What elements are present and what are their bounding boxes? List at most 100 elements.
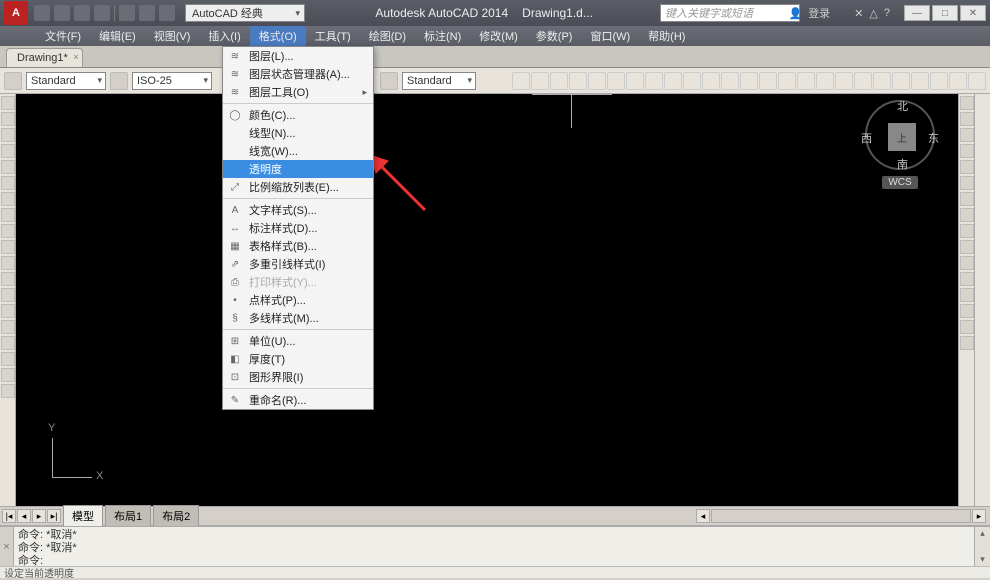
gradient-icon[interactable] — [1, 384, 15, 398]
extend-icon[interactable] — [960, 256, 974, 270]
join-icon[interactable] — [960, 288, 974, 302]
erase-icon[interactable] — [960, 96, 974, 110]
exchange-icon[interactable]: ✕ — [854, 7, 863, 20]
tb-icon[interactable] — [778, 72, 796, 90]
tb-icon[interactable] — [854, 72, 872, 90]
offset-icon[interactable] — [960, 144, 974, 158]
sync-icon[interactable]: △ — [869, 7, 877, 20]
qat-new-icon[interactable] — [34, 5, 50, 21]
tb-icon[interactable] — [626, 72, 644, 90]
workspace-dropdown[interactable]: AutoCAD 经典 — [185, 4, 305, 22]
layout-tab-model[interactable]: 模型 — [63, 505, 103, 527]
mirror-icon[interactable] — [960, 128, 974, 142]
menu-view[interactable]: 视图(V) — [145, 26, 200, 46]
tb-icon[interactable] — [607, 72, 625, 90]
tb-icon[interactable] — [740, 72, 758, 90]
menu-help[interactable]: 帮助(H) — [639, 26, 694, 46]
menu-item[interactable]: ✎重命名(R)... — [223, 391, 373, 409]
menu-insert[interactable]: 插入(I) — [199, 26, 249, 46]
menu-item[interactable]: 线型(N)... — [223, 124, 373, 142]
tb-icon[interactable] — [512, 72, 530, 90]
donut-icon[interactable] — [1, 320, 15, 334]
tb-icon[interactable] — [683, 72, 701, 90]
search-input[interactable]: 键入关键字或短语 — [660, 4, 800, 22]
rectangle-icon[interactable] — [1, 160, 15, 174]
tb-icon[interactable] — [911, 72, 929, 90]
close-icon[interactable]: × — [73, 52, 78, 62]
qat-undo-icon[interactable] — [139, 5, 155, 21]
tb-icon[interactable] — [664, 72, 682, 90]
table-icon[interactable] — [1, 256, 15, 270]
layout-tab-2[interactable]: 布局2 — [153, 505, 199, 527]
point-icon[interactable] — [1, 224, 15, 238]
move-icon[interactable] — [960, 176, 974, 190]
hscroll-left-icon[interactable]: ◂ — [696, 509, 710, 523]
menu-item[interactable]: ≋图层状态管理器(A)... — [223, 65, 373, 83]
login-label[interactable]: 登录 — [808, 5, 830, 21]
region-icon[interactable] — [1, 288, 15, 302]
ellipse-icon[interactable] — [1, 176, 15, 190]
viewcube-west[interactable]: 西 — [861, 130, 872, 146]
nav-last-icon[interactable]: ▸| — [47, 509, 61, 523]
dimstyle-dropdown[interactable]: ISO-25 — [132, 72, 212, 90]
menu-item[interactable]: ⤢比例缩放列表(E)... — [223, 178, 373, 196]
tb-icon[interactable] — [892, 72, 910, 90]
menu-item[interactable]: ⊡图形界限(I) — [223, 368, 373, 386]
scale-icon[interactable] — [960, 208, 974, 222]
menu-item[interactable]: ⊞单位(U)... — [223, 332, 373, 350]
menu-parametric[interactable]: 参数(P) — [527, 26, 582, 46]
nav-next-icon[interactable]: ▸ — [32, 509, 46, 523]
qat-open-icon[interactable] — [54, 5, 70, 21]
menu-file[interactable]: 文件(F) — [36, 26, 90, 46]
rotate-icon[interactable] — [960, 192, 974, 206]
menu-item[interactable]: ≋图层工具(O)▸ — [223, 83, 373, 101]
line-icon[interactable] — [1, 96, 15, 110]
signin-icon[interactable]: 👤 — [788, 7, 802, 20]
qat-save-icon[interactable] — [74, 5, 90, 21]
tb-icon[interactable] — [569, 72, 587, 90]
tb-icon[interactable] — [588, 72, 606, 90]
mtext-icon[interactable] — [1, 368, 15, 382]
viewcube-east[interactable]: 东 — [928, 130, 939, 146]
maximize-button[interactable]: □ — [932, 5, 958, 21]
qat-redo-icon[interactable] — [159, 5, 175, 21]
menu-item[interactable]: •点样式(P)... — [223, 291, 373, 309]
menu-item[interactable]: 线宽(W)... — [223, 142, 373, 160]
tb-icon[interactable] — [721, 72, 739, 90]
menu-item[interactable]: §多线样式(M)... — [223, 309, 373, 327]
help-icon[interactable]: ? — [884, 7, 890, 19]
command-lines[interactable]: 命令: *取消* 命令: *取消* 命令: — [14, 527, 974, 566]
hatch-icon[interactable] — [1, 192, 15, 206]
tb-icon[interactable] — [816, 72, 834, 90]
textstyle-icon[interactable] — [4, 72, 22, 90]
tb-icon[interactable] — [949, 72, 967, 90]
dimstyle-icon[interactable] — [110, 72, 128, 90]
viewcube-top[interactable]: 上 — [888, 123, 916, 151]
wcs-badge[interactable]: WCS — [882, 176, 917, 189]
drawing-canvas[interactable]: Y X 北 南 东 西 上 WCS — [16, 94, 958, 506]
command-scrollbar[interactable]: ▴▾ — [974, 527, 990, 566]
text-icon[interactable] — [1, 272, 15, 286]
revcloud-icon[interactable] — [1, 336, 15, 350]
menu-item[interactable]: ≋图层(L)... — [223, 47, 373, 65]
nav-prev-icon[interactable]: ◂ — [17, 509, 31, 523]
copy-icon[interactable] — [960, 112, 974, 126]
menu-edit[interactable]: 编辑(E) — [90, 26, 145, 46]
qat-saveas-icon[interactable] — [94, 5, 110, 21]
tablestyle-dropdown[interactable]: Standard — [402, 72, 476, 90]
menu-tools[interactable]: 工具(T) — [306, 26, 360, 46]
menu-dimension[interactable]: 标注(N) — [415, 26, 470, 46]
block-icon[interactable] — [1, 240, 15, 254]
viewcube[interactable]: 北 南 东 西 上 WCS — [860, 100, 940, 200]
wipeout-icon[interactable] — [1, 352, 15, 366]
fillet-icon[interactable] — [960, 320, 974, 334]
tb-icon[interactable] — [531, 72, 549, 90]
tb-icon[interactable] — [550, 72, 568, 90]
drawing-tab[interactable]: Drawing1* × — [6, 48, 83, 67]
viewcube-south[interactable]: 南 — [897, 156, 908, 172]
chamfer-icon[interactable] — [960, 304, 974, 318]
qat-plot-icon[interactable] — [119, 5, 135, 21]
polyline-icon[interactable] — [1, 112, 15, 126]
app-logo[interactable]: A — [4, 1, 28, 25]
tb-icon[interactable] — [797, 72, 815, 90]
